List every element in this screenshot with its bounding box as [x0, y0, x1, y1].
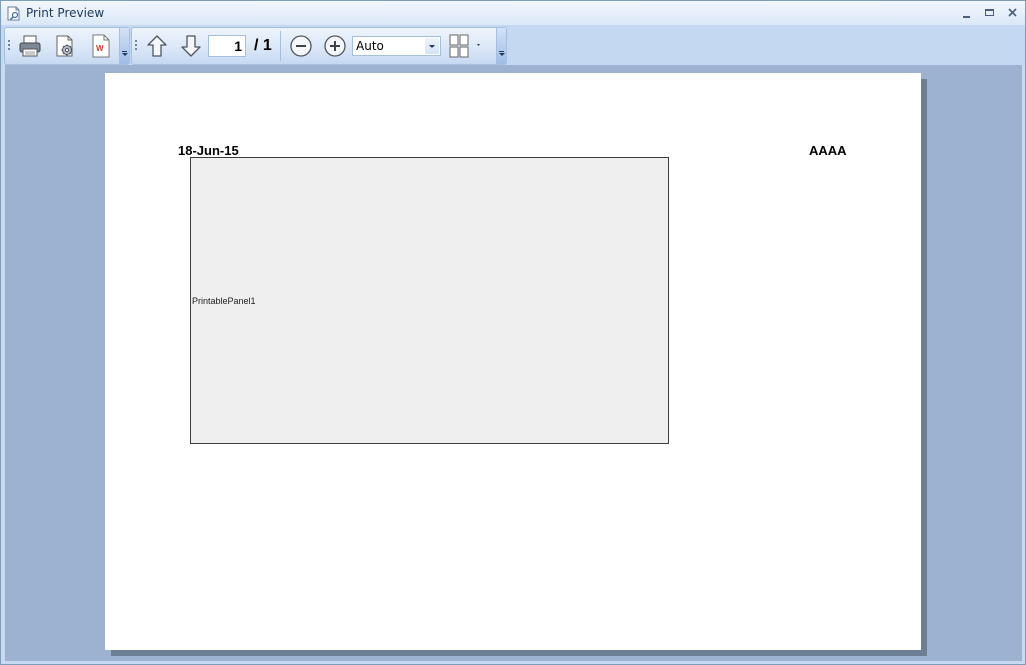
page-header-text: AAAA — [809, 143, 847, 158]
page-setup-gear-icon — [56, 35, 73, 57]
print-button[interactable] — [17, 33, 43, 59]
toolbar-separator — [280, 31, 281, 61]
window-title: Print Preview — [26, 6, 105, 20]
previous-page-button[interactable] — [144, 33, 170, 59]
zoom-value: Auto — [356, 39, 384, 53]
next-page-button[interactable] — [178, 33, 204, 59]
multiple-pages-icon — [449, 34, 480, 58]
minimize-button[interactable] — [958, 5, 976, 21]
word-document-icon: W — [92, 34, 110, 58]
maximize-icon — [985, 9, 994, 16]
toolbar-grip[interactable] — [135, 40, 138, 54]
toolbar-area: W 1 / 1 Auto — [1, 25, 1025, 65]
svg-text:W: W — [96, 44, 104, 53]
page-date: 18-Jun-15 — [178, 143, 239, 158]
page-setup-button[interactable] — [52, 33, 78, 59]
zoom-dropdown-arrow[interactable] — [425, 38, 439, 54]
export-word-button[interactable]: W — [88, 33, 114, 59]
current-page-input[interactable]: 1 — [208, 35, 246, 57]
title-bar: Print Preview — [1, 1, 1025, 25]
close-button[interactable] — [1004, 5, 1022, 21]
toolbar-overflow-button[interactable] — [496, 28, 506, 64]
close-icon — [1008, 8, 1017, 17]
zoom-in-icon — [324, 35, 346, 57]
chevron-down-icon — [499, 53, 505, 56]
panel-label: PrintablePanel1 — [192, 296, 256, 306]
chevron-down-icon — [122, 53, 128, 56]
arrow-down-icon — [181, 35, 201, 57]
total-pages-label: / 1 — [254, 37, 272, 54]
navigation-toolbar: 1 / 1 Auto — [131, 27, 507, 65]
zoom-out-button[interactable] — [288, 33, 314, 59]
toolbar-grip[interactable] — [8, 40, 11, 54]
file-toolbar: W — [4, 27, 130, 65]
zoom-out-icon — [290, 35, 312, 57]
minimize-icon — [963, 16, 970, 18]
toolbar-overflow-button[interactable] — [119, 28, 129, 64]
printable-panel: PrintablePanel1 — [190, 157, 669, 444]
printer-icon — [19, 35, 41, 57]
zoom-select[interactable]: Auto — [352, 36, 441, 56]
page-layout-button[interactable] — [447, 33, 485, 59]
zoom-in-button[interactable] — [322, 33, 348, 59]
arrow-up-icon — [147, 35, 167, 57]
print-preview-icon — [7, 6, 20, 21]
maximize-button[interactable] — [981, 5, 999, 21]
